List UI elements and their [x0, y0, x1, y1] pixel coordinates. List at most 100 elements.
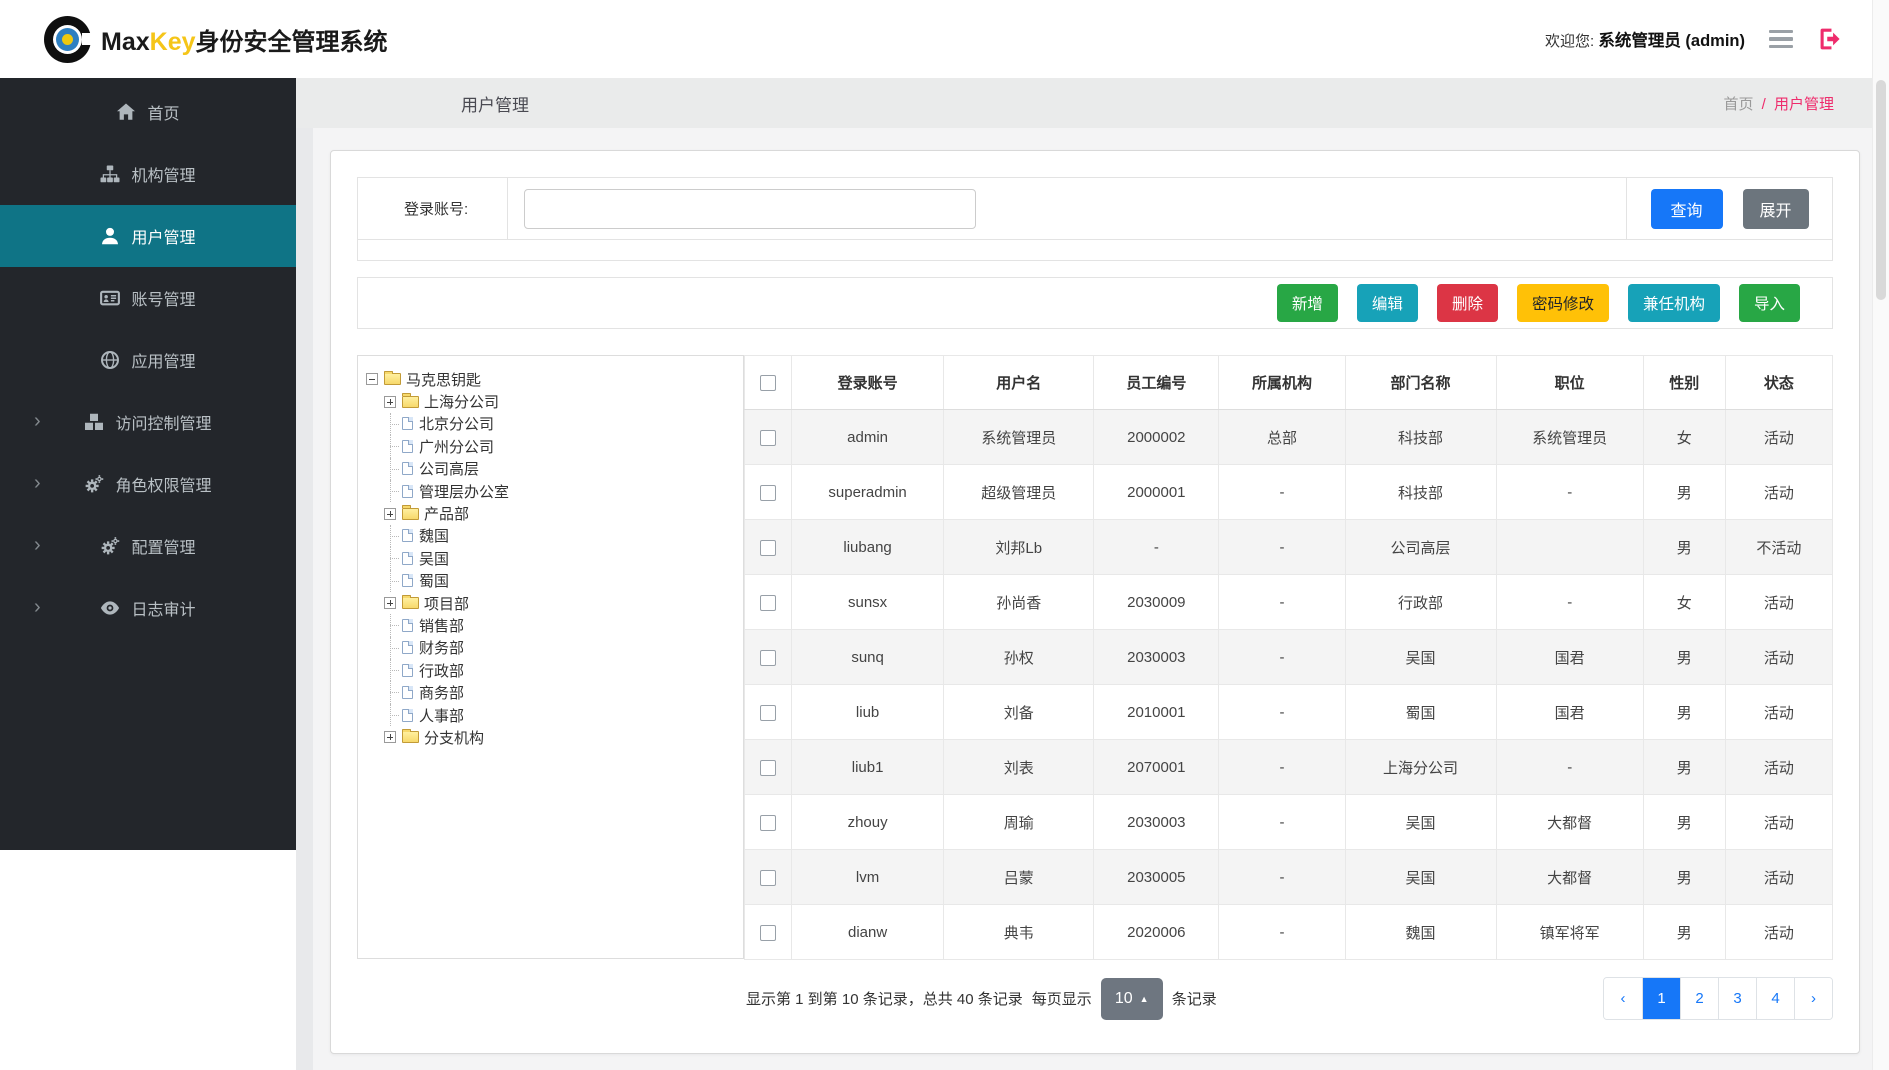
- sidebar-item-audit[interactable]: ›日志审计: [0, 577, 296, 639]
- tree-node-label[interactable]: 吴国: [419, 548, 449, 569]
- tree-node-label[interactable]: 公司高层: [419, 458, 479, 479]
- page-size-select[interactable]: 10▲: [1101, 978, 1163, 1020]
- tree-node-label[interactable]: 管理层办公室: [419, 481, 509, 502]
- scrollbar[interactable]: [1872, 0, 1889, 1070]
- pager-page-1[interactable]: 1: [1642, 978, 1680, 1019]
- tree-node-label[interactable]: 上海分公司: [424, 391, 499, 412]
- sidebar-item-apps[interactable]: 应用管理: [0, 329, 296, 391]
- pager-page-2[interactable]: 2: [1680, 978, 1718, 1019]
- row-checkbox[interactable]: [760, 815, 776, 831]
- table-row[interactable]: sunsx孙尚香2030009-行政部-女活动: [745, 575, 1833, 630]
- tree-connector: [384, 704, 400, 726]
- logout-icon[interactable]: [1817, 26, 1843, 52]
- delete-button[interactable]: 删除: [1437, 284, 1498, 322]
- row-checkbox[interactable]: [760, 760, 776, 776]
- table-cell: 行政部: [1345, 575, 1496, 630]
- sidebar-item-org[interactable]: 机构管理: [0, 143, 296, 205]
- select-all-checkbox[interactable]: [760, 375, 776, 391]
- sidebar-item-home[interactable]: 首页: [0, 81, 296, 143]
- table-row[interactable]: liub刘备2010001-蜀国国君男活动: [745, 685, 1833, 740]
- menu-bars-icon[interactable]: [1769, 30, 1793, 49]
- current-user: 系统管理员 (admin): [1598, 32, 1745, 50]
- table-cell: admin: [792, 410, 944, 465]
- column-header: 所属机构: [1219, 356, 1345, 410]
- scrollbar-thumb[interactable]: [1876, 80, 1886, 300]
- table-cell: -: [1219, 795, 1345, 850]
- changepwd-button[interactable]: 密码修改: [1517, 284, 1609, 322]
- table-row[interactable]: dianw典韦2020006-魏国镇军将军男活动: [745, 905, 1833, 960]
- tree-node-label[interactable]: 行政部: [419, 660, 464, 681]
- sidebar-item-users[interactable]: 用户管理: [0, 205, 296, 267]
- tree-node-label[interactable]: 产品部: [424, 503, 469, 524]
- adjunct-button[interactable]: 兼任机构: [1628, 284, 1720, 322]
- tree-node-label[interactable]: 项目部: [424, 593, 469, 614]
- login-account-input[interactable]: [524, 189, 976, 229]
- file-icon: [402, 574, 413, 587]
- tree-node-label[interactable]: 蜀国: [419, 570, 449, 591]
- expander-plus-icon[interactable]: [384, 597, 396, 609]
- pager-prev-button[interactable]: ‹: [1604, 978, 1642, 1019]
- welcome-text: 欢迎您: 系统管理员 (admin): [1545, 27, 1745, 51]
- sidebar-item-accounts[interactable]: 账号管理: [0, 267, 296, 329]
- table-cell: 活动: [1725, 795, 1832, 850]
- sidebar-item-roles[interactable]: ›角色权限管理: [0, 453, 296, 515]
- tree-node-label[interactable]: 马克思钥匙: [406, 369, 481, 390]
- idcard-icon: [100, 288, 120, 308]
- tree-node-label[interactable]: 魏国: [419, 525, 449, 546]
- expander-plus-icon[interactable]: [384, 396, 396, 408]
- tree-node-label[interactable]: 销售部: [419, 615, 464, 636]
- pager-page-4[interactable]: 4: [1756, 978, 1794, 1019]
- edit-button[interactable]: 编辑: [1357, 284, 1418, 322]
- tree-node-label[interactable]: 广州分公司: [419, 436, 494, 457]
- table-row[interactable]: zhouy周瑜2030003-吴国大都督男活动: [745, 795, 1833, 850]
- pager-page-3[interactable]: 3: [1718, 978, 1756, 1019]
- query-button[interactable]: 查询: [1651, 189, 1723, 229]
- table-cell: -: [1496, 575, 1643, 630]
- tree-node-label[interactable]: 商务部: [419, 682, 464, 703]
- table-cell: 魏国: [1345, 905, 1496, 960]
- login-account-label: 登录账号:: [358, 178, 508, 239]
- row-checkbox[interactable]: [760, 485, 776, 501]
- row-checkbox[interactable]: [760, 925, 776, 941]
- expand-button[interactable]: 展开: [1743, 189, 1809, 229]
- table-cell: 2000002: [1094, 410, 1219, 465]
- table-row[interactable]: lvm吕蒙2030005-吴国大都督男活动: [745, 850, 1833, 905]
- tree-node-label[interactable]: 北京分公司: [419, 413, 494, 434]
- column-header: 部门名称: [1345, 356, 1496, 410]
- sitemap-icon: [100, 164, 120, 184]
- row-checkbox[interactable]: [760, 705, 776, 721]
- expander-plus-icon[interactable]: [384, 731, 396, 743]
- row-checkbox[interactable]: [760, 870, 776, 886]
- table-row[interactable]: admin系统管理员2000002总部科技部系统管理员女活动: [745, 410, 1833, 465]
- table-cell: 国君: [1496, 685, 1643, 740]
- row-checkbox[interactable]: [760, 430, 776, 446]
- import-button[interactable]: 导入: [1739, 284, 1800, 322]
- file-icon: [402, 552, 413, 565]
- pager-next-button[interactable]: ›: [1794, 978, 1832, 1019]
- breadcrumb: 首页 / 用户管理: [1723, 93, 1872, 114]
- breadcrumb-home-link[interactable]: 首页: [1723, 96, 1753, 113]
- row-checkbox[interactable]: [760, 595, 776, 611]
- folder-icon: [402, 597, 419, 609]
- table-cell: 镇军将军: [1496, 905, 1643, 960]
- expander-plus-icon[interactable]: [384, 508, 396, 520]
- sidebar-item-access[interactable]: ›访问控制管理: [0, 391, 296, 453]
- row-checkbox[interactable]: [760, 540, 776, 556]
- tree-node: 蜀国: [366, 570, 735, 592]
- tree-node-label[interactable]: 人事部: [419, 705, 464, 726]
- table-row[interactable]: sunq孙权2030003-吴国国君男活动: [745, 630, 1833, 685]
- per-page-label: 每页显示: [1032, 988, 1092, 1009]
- expander-minus-icon[interactable]: [366, 373, 378, 385]
- table-row[interactable]: liubang刘邦Lb--公司高层男不活动: [745, 520, 1833, 575]
- tree-connector: [384, 570, 400, 592]
- table-row[interactable]: liub1刘表2070001-上海分公司-男活动: [745, 740, 1833, 795]
- tree-connector: [384, 659, 400, 681]
- table-cell: liubang: [792, 520, 944, 575]
- row-checkbox[interactable]: [760, 650, 776, 666]
- page-title: 用户管理: [296, 91, 529, 116]
- tree-node-label[interactable]: 分支机构: [424, 727, 484, 748]
- sidebar-item-config[interactable]: ›配置管理: [0, 515, 296, 577]
- table-row[interactable]: superadmin超级管理员2000001-科技部-男活动: [745, 465, 1833, 520]
- add-button[interactable]: 新增: [1277, 284, 1338, 322]
- tree-node-label[interactable]: 财务部: [419, 637, 464, 658]
